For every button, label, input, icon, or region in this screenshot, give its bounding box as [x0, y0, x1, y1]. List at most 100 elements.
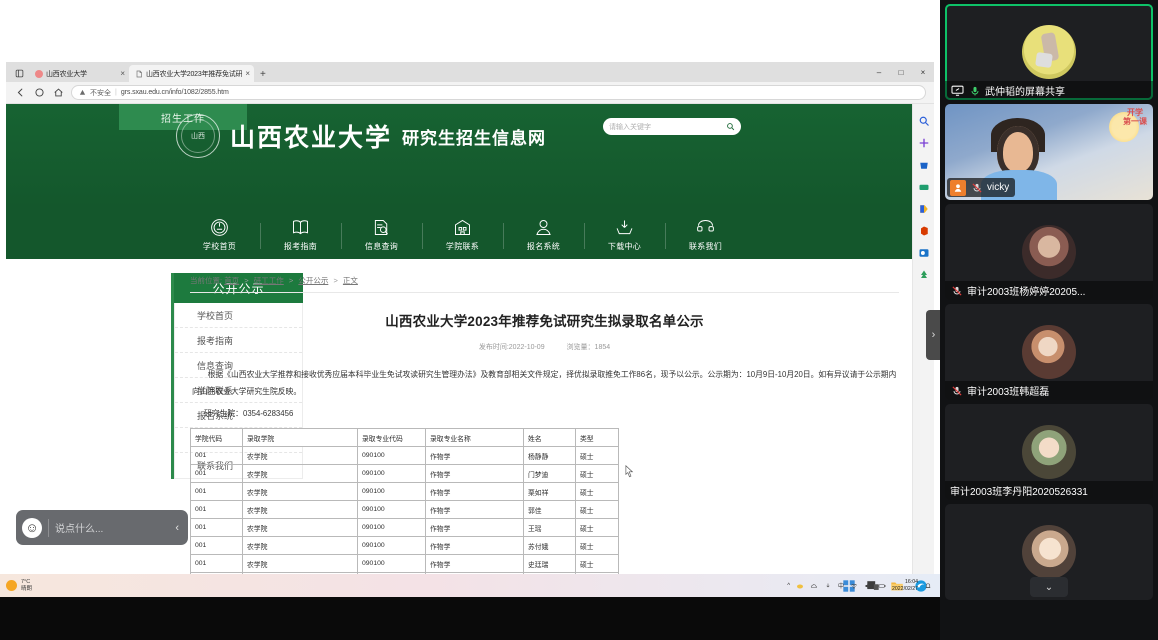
- avatar: [1022, 25, 1076, 79]
- cell-major-code: 090100: [357, 482, 426, 501]
- chat-placeholder[interactable]: 说点什么...: [55, 520, 169, 535]
- new-tab-button[interactable]: +: [254, 69, 272, 82]
- participant-tile-yang-tingting[interactable]: 审计2003班杨婷婷20205...: [945, 204, 1153, 300]
- back-icon[interactable]: [14, 87, 26, 99]
- cell-type: 硕士: [575, 518, 619, 537]
- weather-text: 7°C 晴朗: [21, 579, 32, 593]
- browser-toolbar[interactable]: 不安全 | grs.sxau.edu.cn/info/1082/2855.htm: [6, 82, 934, 104]
- cell-college-code: 001: [190, 464, 243, 483]
- nav-item-info-query[interactable]: 信息查询: [341, 216, 422, 252]
- games-icon[interactable]: [917, 202, 930, 215]
- tray-overflow-icon[interactable]: ^: [787, 583, 790, 589]
- nav-item-download[interactable]: 下载中心: [584, 216, 665, 252]
- home-icon[interactable]: [52, 87, 64, 99]
- site-search-input[interactable]: 请输入关键字: [603, 118, 741, 135]
- search-icon[interactable]: [917, 114, 930, 127]
- breadcrumb-item-grad-work[interactable]: 研工工作: [254, 276, 284, 285]
- emoji-icon[interactable]: ☺: [22, 517, 42, 538]
- cell-college-code: 001: [190, 554, 243, 573]
- cell-name: 郭佳: [523, 500, 576, 519]
- refresh-icon[interactable]: [33, 87, 45, 99]
- participant-tile-li-danyang[interactable]: 审计2003班李丹阳2020526331: [945, 404, 1153, 500]
- page-content: 招生工作 山西 山西农业大学 研究生招生信息网 请输入关键字 学校首页 报考指南…: [6, 104, 919, 574]
- tab-close-icon[interactable]: ×: [245, 69, 250, 78]
- participant-video-strip[interactable]: 武仲韬的屏幕共享 开学 第一课 vicky 审计2003班杨婷婷20205...…: [940, 0, 1158, 640]
- share-panel-collapse-handle[interactable]: ›: [926, 310, 940, 360]
- chevron-down-icon[interactable]: ⌄: [1030, 577, 1068, 597]
- battery-icon[interactable]: [878, 582, 886, 590]
- notification-icon[interactable]: [924, 582, 932, 590]
- breadcrumb[interactable]: 当前位置: 首页 > 研工工作 > 公开公示 > 正文: [190, 273, 899, 292]
- add-icon[interactable]: [917, 136, 930, 149]
- close-button[interactable]: ×: [912, 62, 934, 82]
- participant-tile-screen-share[interactable]: 武仲韬的屏幕共享: [945, 4, 1153, 100]
- mic-muted-icon: [950, 384, 963, 397]
- sync-icon[interactable]: [824, 582, 832, 590]
- cell-major-code: 090100: [357, 464, 426, 483]
- participant-tile-next[interactable]: ⌄: [945, 504, 1153, 600]
- shopping-icon[interactable]: [917, 158, 930, 171]
- cell-college-code: 001: [190, 500, 243, 519]
- cell-type: 硕士: [575, 482, 619, 501]
- breadcrumb-separator: >: [244, 276, 249, 285]
- breadcrumb-item-article[interactable]: 正文: [343, 276, 358, 285]
- site-nav[interactable]: 学校首页 报考指南 信息查询 学院联系 报名系统 下载中心 联系我们: [6, 207, 919, 259]
- participant-name: 审计2003班韩超磊: [967, 387, 1050, 398]
- wallet-icon[interactable]: [917, 180, 930, 193]
- browser-tab-1[interactable]: 山西农业大学 ×: [29, 65, 129, 82]
- download-icon: [614, 216, 636, 238]
- system-tray[interactable]: ^ 中 16:04 2022/02/27: [787, 574, 932, 597]
- shared-screen-region[interactable]: 山西农业大学 × 山西农业大学2023年推荐免试研... × + – □ × 不…: [0, 0, 940, 640]
- browser-tab-2[interactable]: 山西农业大学2023年推荐免试研... ×: [129, 65, 254, 82]
- volume-icon[interactable]: [864, 582, 872, 590]
- weather-widget[interactable]: 7°C 晴朗: [6, 579, 32, 593]
- browser-tabstrip[interactable]: 山西农业大学 × 山西农业大学2023年推荐免试研... × + – □ ×: [6, 62, 934, 82]
- maximize-button[interactable]: □: [890, 62, 912, 82]
- windows-taskbar[interactable]: 7°C 晴朗 ^ 中 16:04 2022/02/27: [0, 574, 940, 597]
- weather-temp: 7°C: [21, 578, 31, 585]
- breadcrumb-item-public-notice[interactable]: 公开公示: [298, 276, 328, 285]
- tab-close-icon[interactable]: ×: [120, 69, 125, 78]
- minimize-button[interactable]: –: [868, 62, 890, 82]
- nav-item-college-contact[interactable]: 学院联系: [422, 216, 503, 252]
- address-bar[interactable]: 不安全 | grs.sxau.edu.cn/info/1082/2855.htm: [71, 85, 926, 100]
- nav-item-guide[interactable]: 报考指南: [260, 216, 341, 252]
- tab-title: 山西农业大学: [46, 70, 87, 78]
- main-column: 当前位置: 首页 > 研工工作 > 公开公示 > 正文 山西农业大学2023年推…: [174, 273, 919, 574]
- meeting-chat-input[interactable]: ☺ 说点什么... ‹: [16, 510, 188, 545]
- security-label: 不安全: [90, 89, 111, 97]
- cloud-icon[interactable]: [796, 582, 804, 590]
- table-header-college: 录取学院: [242, 428, 358, 447]
- outlook-icon[interactable]: [917, 246, 930, 259]
- participant-tile-han-chaolei[interactable]: 审计2003班韩超磊: [945, 304, 1153, 400]
- participant-tile-vicky[interactable]: 开学 第一课 vicky: [945, 104, 1153, 200]
- window-controls[interactable]: – □ ×: [868, 62, 934, 82]
- building-icon: [452, 216, 474, 238]
- office-icon[interactable]: [917, 224, 930, 237]
- breadcrumb-item-home[interactable]: 首页: [224, 276, 239, 285]
- tab-title: 山西农业大学2023年推荐免试研...: [146, 70, 243, 78]
- nav-item-registration[interactable]: 报名系统: [503, 216, 584, 252]
- tree-icon[interactable]: [917, 268, 930, 281]
- avatar: [1022, 225, 1076, 279]
- tab-actions-icon[interactable]: [9, 65, 29, 82]
- ime-icon[interactable]: 中: [838, 581, 844, 590]
- nav-item-school-home[interactable]: 学校首页: [179, 216, 260, 252]
- taskbar-clock[interactable]: 16:04 2022/02/27: [892, 579, 918, 592]
- edge-browser-window[interactable]: 山西农业大学 × 山西农业大学2023年推荐免试研... × + – □ × 不…: [6, 62, 934, 574]
- seal-icon: [209, 216, 231, 238]
- site-logo-row[interactable]: 山西 山西农业大学 研究生招生信息网: [176, 114, 546, 158]
- participant-name: 审计2003班李丹阳2020526331: [950, 487, 1088, 498]
- participant-namebar: 武仲韬的屏幕共享: [945, 81, 1153, 100]
- wifi-icon[interactable]: [850, 582, 858, 590]
- avatar-image: [1022, 25, 1076, 79]
- cell-major-code: 090100: [357, 536, 426, 555]
- table-row: 001 农学院 090100 作物学 门梦迪 硕士: [190, 464, 619, 483]
- chevron-left-icon[interactable]: ‹: [175, 522, 182, 534]
- search-icon[interactable]: [726, 122, 735, 131]
- mic-muted-icon: [970, 181, 983, 194]
- nav-item-contact-us[interactable]: 联系我们: [665, 216, 746, 252]
- page-viewport[interactable]: 招生工作 山西 山西农业大学 研究生招生信息网 请输入关键字 学校首页 报考指南…: [6, 104, 934, 574]
- book-icon: [290, 216, 312, 238]
- onedrive-icon[interactable]: [810, 582, 818, 590]
